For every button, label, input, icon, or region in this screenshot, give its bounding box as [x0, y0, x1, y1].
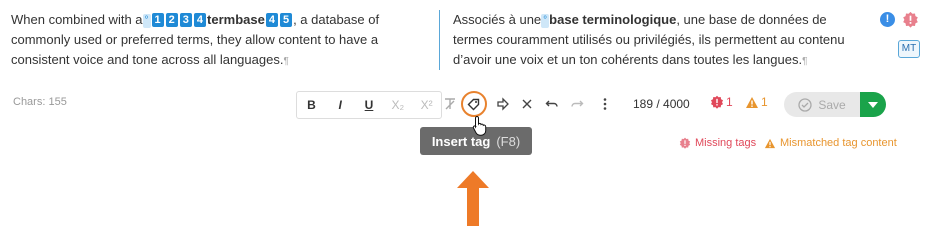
source-tag-2[interactable]: 2	[165, 13, 178, 27]
warning-icon	[764, 138, 776, 148]
save-dropdown-button[interactable]	[860, 92, 886, 117]
check-circle-icon	[798, 97, 812, 112]
hand-cursor-icon	[472, 115, 487, 136]
tag-placeholder[interactable]: °	[142, 14, 151, 28]
source-term: termbase	[207, 12, 265, 27]
bold-button[interactable]: B	[297, 92, 326, 118]
source-tag-4[interactable]: 4	[193, 13, 207, 27]
undo-icon[interactable]	[541, 92, 563, 116]
segment-divider	[439, 10, 440, 70]
legend-missing-label: Missing tags	[695, 137, 757, 149]
error-badge-icon[interactable]	[902, 11, 919, 28]
tooltip-shortcut: (F8)	[496, 133, 521, 149]
close-icon[interactable]	[516, 92, 538, 116]
legend-missing-tags: Missing tags	[679, 137, 756, 149]
target-segment[interactable]: Associés à une ° base terminologique, une …	[453, 10, 868, 72]
info-icon[interactable]: !	[880, 12, 895, 27]
legend-mismatched-label: Mismatched tag content	[780, 137, 897, 149]
error-badge-icon	[679, 137, 691, 149]
target-tag-placeholder[interactable]: °	[541, 14, 550, 28]
char-count: Chars: 155	[13, 96, 67, 108]
qa-warning-count: 1	[761, 95, 768, 109]
target-text-start: Associés à une	[453, 12, 542, 27]
copy-source-icon[interactable]	[492, 92, 514, 116]
source-text-start: When combined with a	[11, 12, 143, 27]
underline-button[interactable]: U	[355, 92, 384, 118]
annotation-arrow-icon	[457, 171, 489, 226]
error-badge-icon	[710, 95, 724, 109]
source-tag-1[interactable]: 1	[151, 13, 164, 27]
format-toolbar: B I U X₂ X²	[296, 91, 442, 119]
source-segment: When combined with a ° 1 2 3 4 termbase 4 5, a d…	[11, 10, 426, 72]
italic-button[interactable]: I	[326, 92, 355, 118]
chevron-down-icon	[868, 101, 878, 108]
warning-icon	[746, 96, 758, 108]
insert-tag-icon	[467, 98, 480, 111]
redo-icon[interactable]	[566, 92, 588, 116]
insert-tag-button[interactable]	[461, 91, 487, 117]
source-tag-3[interactable]: 3	[179, 13, 192, 27]
source-tag-5[interactable]: 5	[279, 13, 293, 27]
save-label: Save	[818, 97, 846, 112]
superscript-button[interactable]: X²	[412, 92, 441, 118]
clear-format-icon[interactable]	[439, 92, 461, 116]
source-tag-4-close[interactable]: 4	[265, 13, 278, 27]
subscript-button[interactable]: X₂	[383, 92, 412, 118]
qa-error-count: 1	[726, 95, 733, 109]
qa-error-indicator[interactable]: 1	[710, 95, 733, 109]
mt-badge[interactable]: MT	[898, 40, 920, 58]
more-vertical-icon[interactable]	[594, 92, 616, 116]
qa-warning-indicator[interactable]: 1	[745, 95, 768, 109]
target-term: base terminologique	[549, 12, 677, 27]
pilcrow-mark: ¶	[802, 56, 808, 67]
pilcrow-mark: ¶	[283, 56, 289, 67]
legend-mismatched-tags: Mismatched tag content	[764, 137, 897, 149]
char-limit-counter: 189 / 4000	[633, 97, 690, 111]
save-button[interactable]: Save	[784, 92, 860, 117]
